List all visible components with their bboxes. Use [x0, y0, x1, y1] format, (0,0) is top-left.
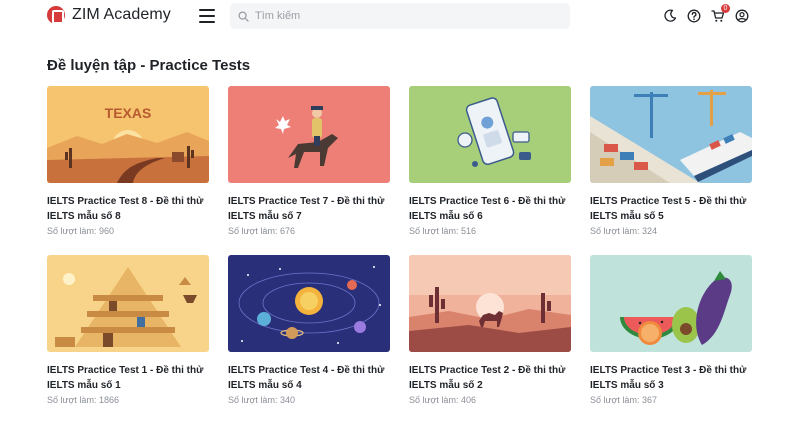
test-card[interactable]: IELTS Practice Test 2 - Đề thi thử IELTS… — [409, 255, 571, 424]
attempt-count: Số lượt làm: 340 — [228, 395, 295, 405]
test-thumbnail-egypt[interactable] — [47, 255, 209, 352]
dark-mode-moon-icon[interactable] — [663, 9, 677, 23]
practice-test-grid: TEXAS IELTS Practice Test 8 - Đề thi thử… — [47, 86, 753, 424]
test-title[interactable]: IELTS Practice Test 2 - Đề thi thử IELTS… — [409, 363, 569, 393]
brand-logo[interactable]: ZIM Academy — [47, 6, 171, 24]
test-thumbnail-desert[interactable] — [409, 255, 571, 352]
help-question-icon[interactable] — [687, 9, 701, 23]
page-title: Đề luyện tập - Practice Tests — [47, 57, 251, 74]
attempt-count: Số lượt làm: 1866 — [47, 395, 119, 405]
test-title[interactable]: IELTS Practice Test 6 - Đề thi thử IELTS… — [409, 194, 569, 224]
hamburger-menu-icon[interactable] — [199, 9, 215, 23]
test-title[interactable]: IELTS Practice Test 3 - Đề thi thử IELTS… — [590, 363, 750, 393]
zim-logo-icon — [47, 6, 65, 24]
test-thumbnail-phone[interactable] — [409, 86, 571, 183]
search-input[interactable] — [255, 10, 555, 22]
search-icon — [238, 10, 249, 22]
attempt-count: Số lượt làm: 367 — [590, 395, 657, 405]
test-thumbnail-port[interactable] — [590, 86, 752, 183]
header-actions: 0 — [663, 4, 749, 23]
test-title[interactable]: IELTS Practice Test 5 - Đề thi thử IELTS… — [590, 194, 750, 224]
user-account-icon[interactable] — [735, 9, 749, 23]
test-card[interactable]: IELTS Practice Test 3 - Đề thi thử IELTS… — [590, 255, 752, 424]
brand-name: ZIM Academy — [72, 6, 171, 23]
search-bar[interactable] — [230, 3, 570, 29]
attempt-count: Số lượt làm: 324 — [590, 226, 657, 236]
test-title[interactable]: IELTS Practice Test 4 - Đề thi thử IELTS… — [228, 363, 388, 393]
cart-icon[interactable]: 0 — [711, 4, 730, 23]
test-thumbnail-fruit[interactable] — [590, 255, 752, 352]
test-title[interactable]: IELTS Practice Test 7 - Đề thi thử IELTS… — [228, 194, 388, 224]
test-card[interactable]: IELTS Practice Test 4 - Đề thi thử IELTS… — [228, 255, 390, 424]
attempt-count: Số lượt làm: 960 — [47, 226, 114, 236]
texas-art-text: TEXAS — [105, 105, 152, 121]
attempt-count: Số lượt làm: 516 — [409, 226, 476, 236]
test-title[interactable]: IELTS Practice Test 8 - Đề thi thử IELTS… — [47, 194, 207, 224]
test-card[interactable]: IELTS Practice Test 7 - Đề thi thử IELTS… — [228, 86, 390, 255]
attempt-count: Số lượt làm: 676 — [228, 226, 295, 236]
attempt-count: Số lượt làm: 406 — [409, 395, 476, 405]
test-card[interactable]: IELTS Practice Test 6 - Đề thi thử IELTS… — [409, 86, 571, 255]
test-thumbnail-texas[interactable]: TEXAS — [47, 86, 209, 183]
test-card[interactable]: TEXAS IELTS Practice Test 8 - Đề thi thử… — [47, 86, 209, 255]
top-header: ZIM Academy 0 — [0, 0, 800, 33]
test-title[interactable]: IELTS Practice Test 1 - Đề thi thử IELTS… — [47, 363, 207, 393]
cart-count-badge: 0 — [721, 4, 730, 13]
test-card[interactable]: IELTS Practice Test 1 - Đề thi thử IELTS… — [47, 255, 209, 424]
test-thumbnail-rider[interactable] — [228, 86, 390, 183]
test-card[interactable]: IELTS Practice Test 5 - Đề thi thử IELTS… — [590, 86, 752, 255]
test-thumbnail-space[interactable] — [228, 255, 390, 352]
